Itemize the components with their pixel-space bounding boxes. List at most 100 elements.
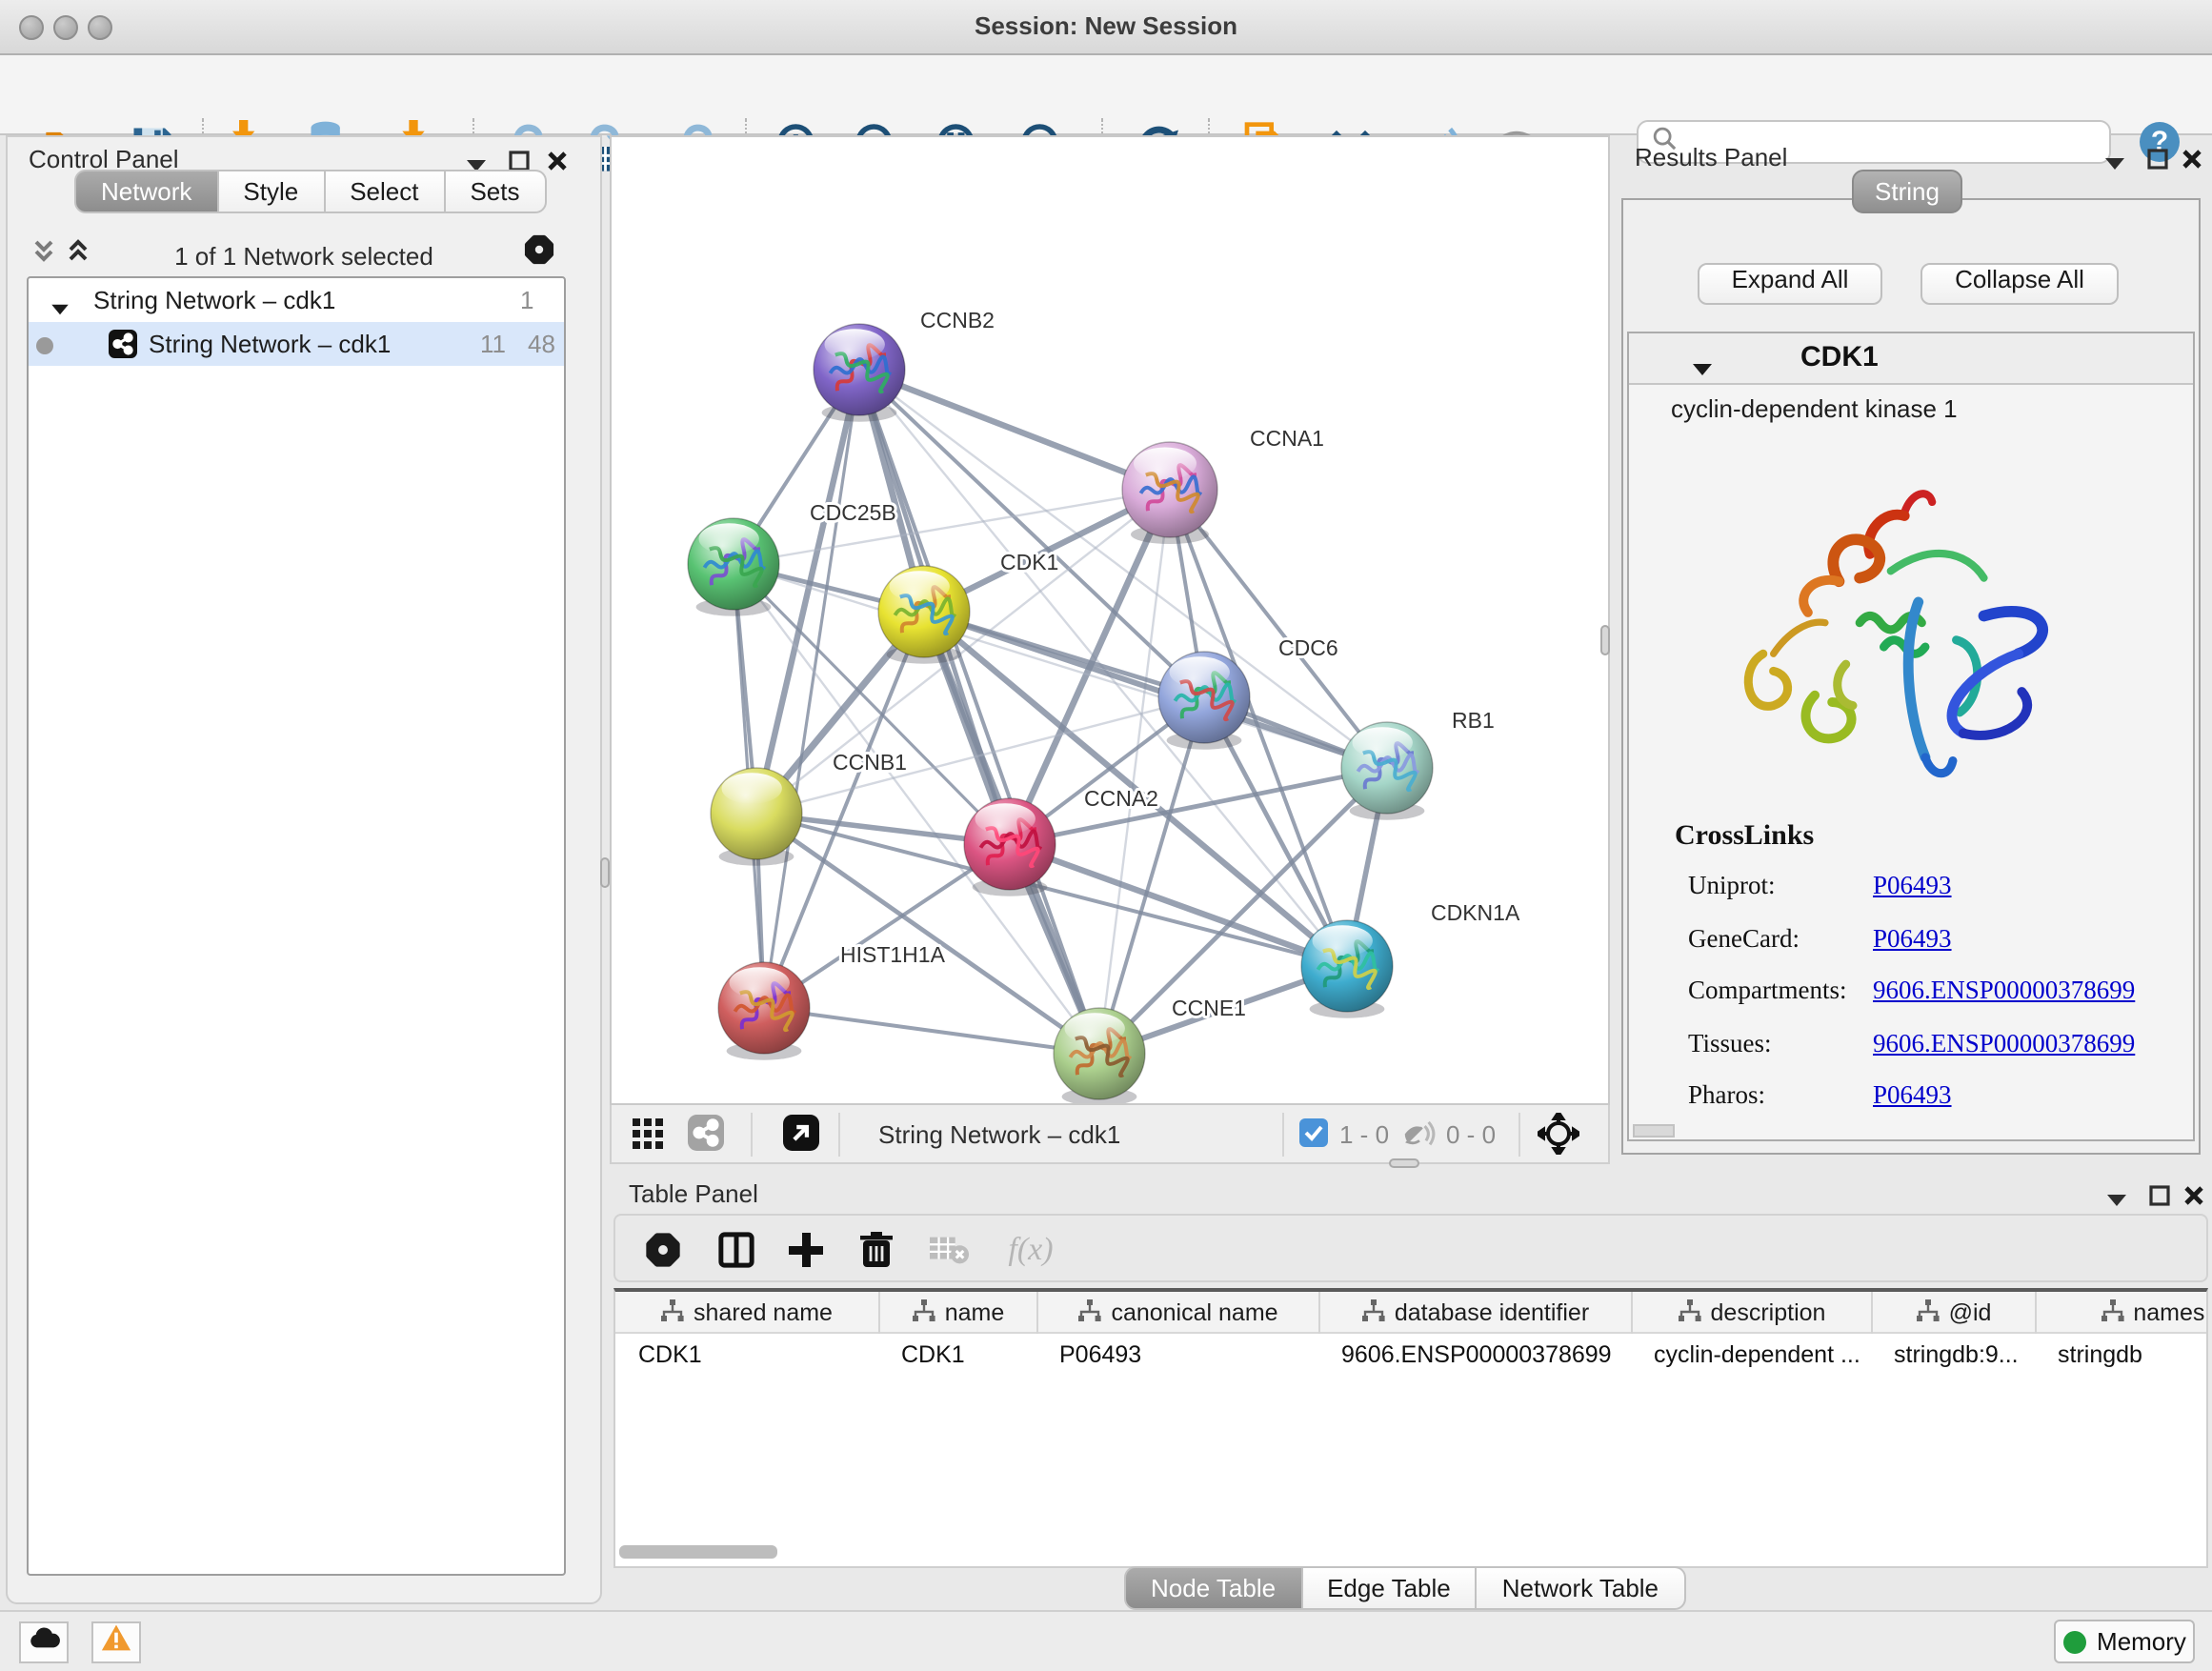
table-cell[interactable]: stringdb: [2035, 1334, 2208, 1376]
column-header--id[interactable]: @id: [1871, 1292, 2035, 1334]
network-row-selected[interactable]: String Network – cdk1 11 48: [29, 322, 564, 366]
network-edge[interactable]: [764, 370, 859, 1008]
network-collection-row[interactable]: String Network – cdk1 1: [29, 278, 564, 322]
column-header-shared-name[interactable]: shared name: [615, 1292, 878, 1334]
table-cell[interactable]: CDK1: [615, 1334, 878, 1376]
network-edge[interactable]: [764, 1008, 1099, 1054]
panel-close-icon[interactable]: [2183, 1181, 2204, 1216]
select-columns-icon[interactable]: [714, 1229, 756, 1271]
crosslink-link[interactable]: P06493: [1873, 923, 1952, 954]
node-label-CCNA2: CCNA2: [1084, 786, 1158, 811]
network-view-toolbar: String Network – cdk1 1 - 0 0 - 0: [610, 1105, 1610, 1164]
column-header-name[interactable]: name: [878, 1292, 1036, 1334]
column-type-icon: [1362, 1299, 1385, 1327]
tab-network[interactable]: Network: [74, 170, 218, 213]
network-canvas[interactable]: CCNB2CCNA1CDC25BCDK1CDC6RB1CCNB1CCNA2CDK…: [610, 135, 1610, 1105]
selected-count: 1 - 0: [1339, 1120, 1389, 1149]
network-share-icon[interactable]: [688, 1115, 724, 1160]
node-label-CCNE1: CCNE1: [1172, 996, 1246, 1020]
table-cell[interactable]: 9606.ENSP00000378699: [1318, 1334, 1631, 1376]
current-network-dot-icon: [36, 337, 53, 354]
panel-close-icon[interactable]: [2182, 145, 2202, 179]
memory-button[interactable]: Memory: [2054, 1620, 2195, 1663]
tab-edge-table[interactable]: Edge Table: [1302, 1566, 1478, 1610]
network-node-CDC25B[interactable]: [688, 518, 779, 616]
window-title: Session: New Session: [0, 11, 2212, 40]
crosslink-link[interactable]: 9606.ENSP00000378699: [1873, 976, 2135, 1006]
network-node-RB1[interactable]: [1341, 722, 1433, 820]
column-header-database-identifier[interactable]: database identifier: [1318, 1292, 1631, 1334]
panel-menu-icon[interactable]: [2107, 1183, 2126, 1218]
network-node-CDC6[interactable]: [1158, 652, 1250, 750]
tab-string[interactable]: String: [1852, 170, 1962, 213]
warnings-button[interactable]: [91, 1621, 141, 1663]
status-separator: [838, 1113, 840, 1157]
network-node-CDKN1A[interactable]: [1301, 920, 1393, 1018]
network-tree: String Network – cdk1 1 String Network –…: [27, 276, 566, 1576]
tab-node-table[interactable]: Node Table: [1124, 1566, 1302, 1610]
node-label-CDKN1A: CDKN1A: [1431, 900, 1520, 925]
node-label-RB1: RB1: [1452, 708, 1495, 733]
column-header-namespace[interactable]: namespace: [2035, 1292, 2208, 1334]
node-label-CCNB1: CCNB1: [833, 750, 907, 775]
horizontal-splitter-handle[interactable]: [1389, 1158, 1419, 1168]
birds-eye-grid-icon[interactable]: [633, 1118, 665, 1160]
tab-style[interactable]: Style: [218, 170, 325, 213]
tab-network-table[interactable]: Network Table: [1478, 1566, 1685, 1610]
table-row[interactable]: CDK1CDK1P064939606.ENSP00000378699cyclin…: [615, 1334, 2208, 1376]
left-splitter-handle[interactable]: [600, 857, 610, 888]
crosslink-row-uniprot: Uniprot:P06493: [1688, 871, 2183, 922]
table-gear-icon[interactable]: [642, 1229, 684, 1271]
cloud-button[interactable]: [19, 1621, 69, 1663]
network-edge[interactable]: [1010, 768, 1387, 844]
column-type-icon: [2101, 1299, 2123, 1327]
table-panel-title: Table Panel: [629, 1179, 758, 1208]
crosslink-label: Pharos:: [1688, 1080, 1765, 1109]
network-edge[interactable]: [734, 490, 1170, 564]
collapse-all-button[interactable]: Collapse All: [1920, 263, 2119, 305]
column-header-description[interactable]: description: [1631, 1292, 1871, 1334]
column-header-canonical-name[interactable]: canonical name: [1036, 1292, 1318, 1334]
delete-column-trash-icon[interactable]: [855, 1229, 897, 1271]
right-splitter-handle[interactable]: [1600, 625, 1610, 655]
move-crosshair-icon[interactable]: [1538, 1113, 1579, 1164]
expand-all-button[interactable]: Expand All: [1698, 263, 1882, 305]
warning-icon: [101, 1623, 131, 1661]
table-cell[interactable]: cyclin-dependent ...: [1631, 1334, 1871, 1376]
results-scrollbar-thumb[interactable]: [1633, 1124, 1675, 1137]
gene-expander-icon[interactable]: [1692, 352, 1713, 387]
gene-description: cyclin-dependent kinase 1: [1671, 394, 1958, 423]
results-panel: Results Panel String Expand All Collapse…: [1610, 135, 2212, 1172]
table-cell[interactable]: CDK1: [878, 1334, 1036, 1376]
selected-checkbox-icon[interactable]: [1299, 1118, 1328, 1157]
network-node-HIST1H1A[interactable]: [718, 962, 810, 1060]
network-node-CCNA2[interactable]: [964, 798, 1056, 896]
column-label: @id: [1949, 1299, 1992, 1326]
memory-label: Memory: [2097, 1627, 2186, 1656]
gene-card: CDK1 cyclin-dependent kinase 1: [1627, 332, 2195, 1141]
external-view-icon[interactable]: [783, 1115, 819, 1160]
node-label-CCNB2: CCNB2: [920, 308, 995, 332]
crosslink-row-tissues: Tissues:9606.ENSP00000378699: [1688, 1028, 2183, 1079]
network-label: String Network – cdk1: [149, 330, 391, 358]
crosslink-link[interactable]: P06493: [1873, 1080, 1952, 1111]
network-node-CCNA1[interactable]: [1122, 442, 1217, 544]
network-node-CCNE1[interactable]: [1054, 1008, 1145, 1103]
panel-float-icon[interactable]: [2147, 145, 2168, 179]
add-column-icon[interactable]: [785, 1229, 827, 1271]
tree-expander-icon[interactable]: [51, 293, 69, 322]
tab-select[interactable]: Select: [325, 170, 445, 213]
crosslink-link[interactable]: 9606.ENSP00000378699: [1873, 1028, 2135, 1058]
status-bar: Memory: [0, 1610, 2212, 1671]
tab-sets[interactable]: Sets: [445, 170, 546, 213]
table-cell[interactable]: P06493: [1036, 1334, 1318, 1376]
table-cell[interactable]: stringdb:9...: [1871, 1334, 2035, 1376]
network-edge[interactable]: [859, 370, 1170, 490]
panel-menu-icon[interactable]: [2105, 147, 2124, 181]
gene-card-header[interactable]: CDK1: [1629, 333, 2193, 385]
panel-float-icon[interactable]: [2149, 1181, 2170, 1216]
panel-close-icon[interactable]: [547, 147, 568, 181]
crosslink-link[interactable]: P06493: [1873, 871, 1952, 901]
table-hscrollbar-thumb[interactable]: [619, 1545, 777, 1559]
network-options-gear-icon[interactable]: [522, 232, 556, 276]
